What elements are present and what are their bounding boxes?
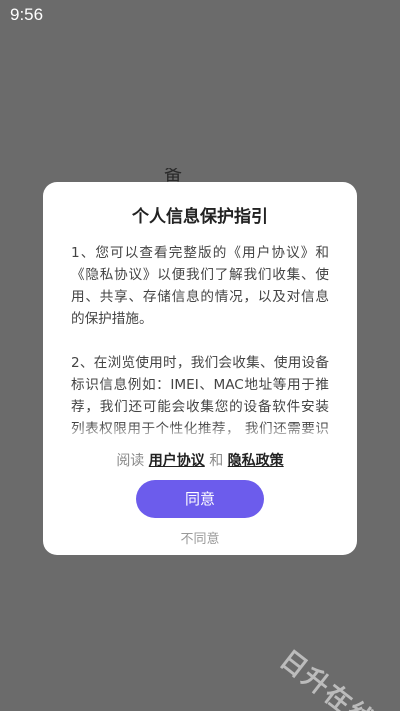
links-prefix: 阅读 bbox=[116, 453, 145, 469]
user-agreement-link[interactable]: 用户协议 bbox=[149, 453, 205, 469]
agree-button[interactable]: 同意 bbox=[136, 480, 264, 518]
watermark: 日升在线 bbox=[273, 644, 381, 711]
links-conjunction: 和 bbox=[209, 453, 224, 469]
status-time: 9:56 bbox=[10, 5, 44, 24]
background-title-fragment: 备 bbox=[164, 168, 182, 182]
decline-button[interactable]: 不同意 bbox=[43, 528, 357, 547]
dialog-title: 个人信息保护指引 bbox=[132, 207, 268, 227]
scroll-fade bbox=[71, 424, 329, 442]
agreement-links: 阅读 用户协议 和 隐私政策 bbox=[43, 450, 357, 470]
privacy-dialog: 个人信息保护指引 1、您可以查看完整版的《用户协议》和《隐私协议》以便我们了解我… bbox=[43, 182, 357, 555]
dialog-paragraph-1: 1、您可以查看完整版的《用户协议》和《隐私协议》以便我们了解我们收集、使用、共享… bbox=[71, 245, 329, 327]
dialog-body-scroll[interactable]: 1、您可以查看完整版的《用户协议》和《隐私协议》以便我们了解我们收集、使用、共享… bbox=[71, 242, 329, 442]
privacy-policy-link[interactable]: 隐私政策 bbox=[228, 453, 284, 469]
status-bar: 9:56 bbox=[0, 0, 400, 30]
